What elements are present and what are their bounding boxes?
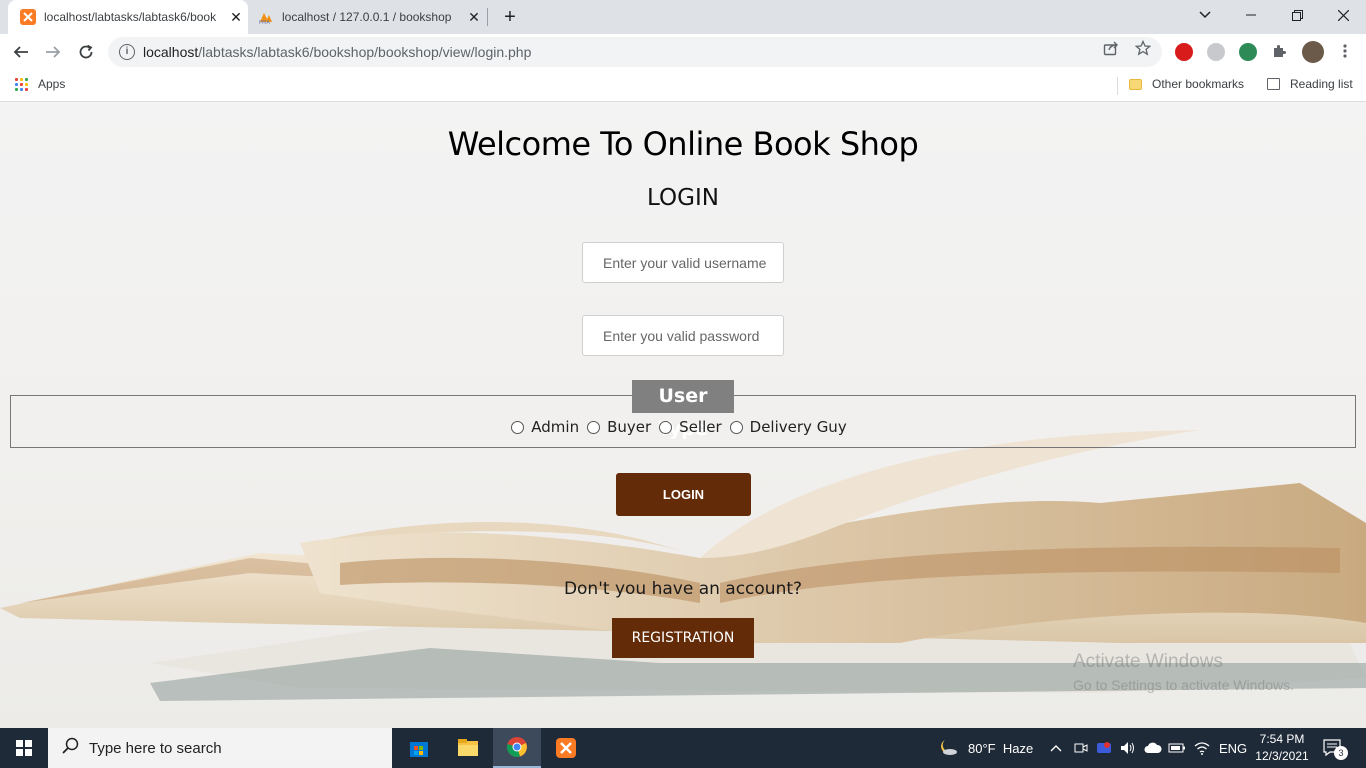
start-button[interactable]	[0, 728, 48, 768]
site-info-icon[interactable]: i	[119, 44, 135, 60]
radio-button-icon[interactable]	[511, 420, 525, 434]
bookmarks-bar: Apps Other bookmarks Reading list	[0, 70, 1366, 102]
watermark-title: Activate Windows	[1073, 651, 1223, 672]
tab-search-chevron-icon[interactable]	[1182, 0, 1228, 30]
antivirus-tray-icon[interactable]	[1096, 728, 1112, 768]
xampp-favicon-icon	[20, 9, 36, 25]
battery-icon[interactable]	[1168, 728, 1186, 768]
search-icon	[62, 737, 79, 759]
close-window-button[interactable]	[1320, 0, 1366, 30]
windows-logo-icon	[16, 740, 32, 756]
browser-menu-icon[interactable]	[1336, 43, 1354, 61]
radio-buyer[interactable]: Buyer	[587, 418, 651, 436]
profile-avatar[interactable]	[1302, 41, 1324, 63]
clock-date: 12/3/2021	[1255, 749, 1309, 763]
notification-count-badge: 3	[1334, 746, 1348, 760]
share-icon[interactable]	[1102, 40, 1120, 58]
reading-list[interactable]: Reading list	[1267, 77, 1353, 91]
tab-strip: localhost/labtasks/labtask6/book ✕ PMA l…	[0, 0, 1366, 34]
microsoft-store-icon[interactable]	[395, 728, 443, 768]
radio-button-icon[interactable]	[587, 420, 601, 434]
user-type-options: Admin Buyer Seller Delivery Guy	[0, 418, 1366, 436]
notification-center-icon[interactable]: 3	[1322, 728, 1348, 768]
moon-weather-icon	[936, 738, 958, 759]
tab-title: localhost/labtasks/labtask6/book	[44, 10, 217, 24]
close-tab-icon[interactable]: ✕	[226, 7, 246, 27]
adblock-extension-icon[interactable]	[1175, 43, 1193, 61]
other-bookmarks-label: Other bookmarks	[1152, 77, 1245, 91]
language-indicator[interactable]: ENG	[1219, 728, 1247, 768]
chrome-taskbar-icon[interactable]	[493, 728, 541, 768]
extension-globe-icon[interactable]	[1239, 43, 1257, 61]
weather-widget[interactable]: 80°F Haze	[936, 728, 1033, 768]
svg-text:PMA: PMA	[259, 20, 270, 25]
taskbar-clock[interactable]: 7:54 PM 12/3/2021	[1252, 731, 1312, 765]
reading-list-label: Reading list	[1290, 77, 1353, 91]
language-label: ENG	[1219, 740, 1248, 756]
onedrive-cloud-icon[interactable]	[1144, 728, 1162, 768]
restore-button[interactable]	[1274, 0, 1320, 30]
volume-icon[interactable]	[1120, 728, 1136, 768]
apps-label: Apps	[38, 77, 66, 91]
search-placeholder: Type here to search	[89, 739, 222, 757]
folder-icon	[1129, 78, 1142, 90]
other-bookmarks[interactable]: Other bookmarks	[1129, 77, 1244, 91]
radio-button-icon[interactable]	[729, 420, 743, 434]
login-button[interactable]: LOGIN	[616, 473, 751, 516]
reading-list-icon	[1267, 78, 1280, 90]
radio-label: Buyer	[607, 418, 652, 436]
tab-divider	[487, 8, 488, 26]
login-page: Welcome To Online Book Shop LOGIN User T…	[0, 103, 1366, 728]
wifi-icon[interactable]	[1194, 728, 1210, 768]
user-type-legend: User Type	[632, 380, 734, 440]
activate-windows-watermark: Activate Windows Go to Settings to activ…	[1073, 651, 1294, 693]
taskbar-search-box[interactable]: Type here to search	[48, 728, 392, 768]
no-account-text: Don't you have an account?	[563, 579, 803, 599]
radio-label: Delivery Guy	[749, 418, 847, 436]
phpmyadmin-favicon-icon: PMA	[258, 9, 274, 25]
watermark-subtitle: Go to Settings to activate Windows.	[1073, 677, 1294, 693]
url-text: localhost/labtasks/labtask6/bookshop/boo…	[143, 44, 532, 60]
apps-grid-icon	[15, 77, 28, 91]
tab-phpmyadmin[interactable]: PMA localhost / 127.0.0.1 / bookshop ✕	[250, 0, 486, 34]
radio-delivery-guy[interactable]: Delivery Guy	[729, 418, 847, 436]
page-title: Welcome To Online Book Shop	[447, 125, 919, 163]
bookmark-star-icon[interactable]	[1134, 39, 1152, 58]
bookmarks-divider	[1117, 77, 1118, 95]
extensions-puzzle-icon[interactable]	[1270, 43, 1288, 61]
clock-time: 7:54 PM	[1259, 732, 1305, 746]
apps-bookmark[interactable]: Apps	[15, 77, 65, 91]
radio-label: Admin	[531, 418, 580, 436]
browser-toolbar: i localhost/labtasks/labtask6/bookshop/b…	[0, 34, 1366, 70]
address-bar[interactable]: i localhost/labtasks/labtask6/bookshop/b…	[108, 37, 1162, 67]
extension-gray-icon[interactable]	[1207, 43, 1225, 61]
xampp-taskbar-icon[interactable]	[542, 728, 590, 768]
radio-admin[interactable]: Admin	[511, 418, 579, 436]
radio-button-icon[interactable]	[659, 420, 673, 434]
show-hidden-icons-chevron-icon[interactable]	[1050, 728, 1062, 768]
new-tab-button[interactable]: +	[498, 5, 522, 29]
meet-now-icon[interactable]	[1074, 728, 1088, 768]
radio-label: Seller	[679, 418, 722, 436]
tab-login[interactable]: localhost/labtasks/labtask6/book ✕	[8, 0, 248, 34]
password-input[interactable]	[582, 315, 784, 356]
weather-text: 80°F Haze	[968, 740, 1034, 756]
forward-arrow-icon[interactable]	[40, 39, 66, 65]
username-input[interactable]	[582, 242, 784, 283]
radio-seller[interactable]: Seller	[659, 418, 722, 436]
reload-icon[interactable]	[73, 39, 99, 65]
registration-button[interactable]: REGISTRATION	[612, 618, 754, 658]
windows-taskbar: Type here to search 80°F Haze ENG 7:54 P…	[0, 728, 1366, 768]
minimize-button[interactable]	[1228, 0, 1274, 30]
tab-title: localhost / 127.0.0.1 / bookshop	[282, 10, 452, 24]
file-explorer-icon[interactable]	[444, 728, 492, 768]
back-arrow-icon[interactable]	[8, 39, 34, 65]
login-heading: LOGIN	[647, 185, 719, 211]
close-tab-icon[interactable]: ✕	[464, 7, 484, 27]
